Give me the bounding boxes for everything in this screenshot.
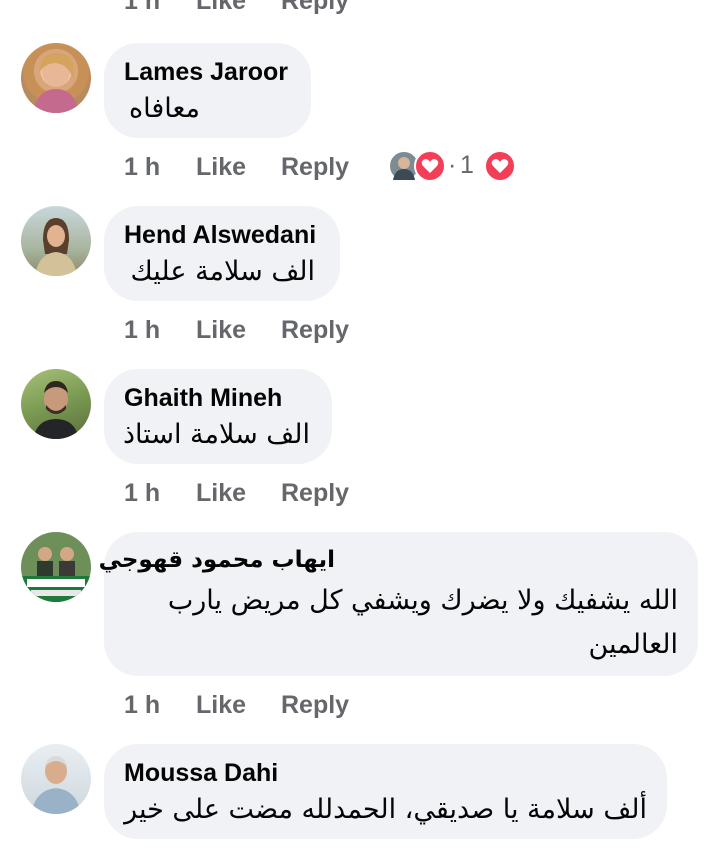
heart-reaction-icon [484,150,516,182]
heart-reaction-icon [414,150,446,182]
comment-author[interactable]: Lames Jaroor [124,58,288,87]
like-button[interactable]: Like [196,479,246,508]
reaction-separator: · [448,151,457,179]
avatar[interactable] [21,369,91,439]
person-icon [35,218,77,276]
reply-button[interactable]: Reply [281,153,349,182]
comment-time[interactable]: 1 h [124,479,160,508]
comment-time[interactable]: 1 h [124,691,160,720]
comment-text: معافاه [129,93,200,124]
comment-text: الف سلامة استاذ [122,419,310,450]
top-time: 1 h [124,0,161,15]
top-reply-button[interactable]: Reply [281,0,349,16]
top-like-button[interactable]: Like [196,0,246,16]
comment-time[interactable]: 1 h [124,316,160,345]
comment-text-line-1: الله يشفيك ولا يضرك ويشفي كل مريض يارب [167,585,678,616]
reaction-count: 1 [460,151,474,179]
reply-button[interactable]: Reply [281,691,349,720]
comment-author[interactable]: Hend Alswedani [124,221,316,250]
reply-button[interactable]: Reply [281,316,349,345]
avatar[interactable] [21,206,91,276]
person-icon [33,381,79,439]
comment-text: ألف سلامة يا صديقي، الحمدلله مضت على خير [124,794,647,825]
group-photo-icon [21,532,91,602]
avatar[interactable] [21,532,91,602]
comment-text: الف سلامة عليك [130,256,315,287]
person-icon [31,756,81,814]
reply-button[interactable]: Reply [281,479,349,508]
avatar[interactable] [21,43,91,113]
avatar[interactable] [21,744,91,814]
comment-author[interactable]: Moussa Dahi [124,759,278,788]
like-button[interactable]: Like [196,316,246,345]
like-button[interactable]: Like [196,153,246,182]
like-button[interactable]: Like [196,691,246,720]
comment-text-line-2: العالمين [588,629,678,660]
comment-author[interactable]: Ghaith Mineh [124,384,282,413]
person-icon [33,52,79,113]
comment-author[interactable]: ايهاب محمود قهوجي [99,547,335,573]
comment-time[interactable]: 1 h [124,153,160,182]
reply-reactions[interactable]: · 1 [388,149,518,182]
